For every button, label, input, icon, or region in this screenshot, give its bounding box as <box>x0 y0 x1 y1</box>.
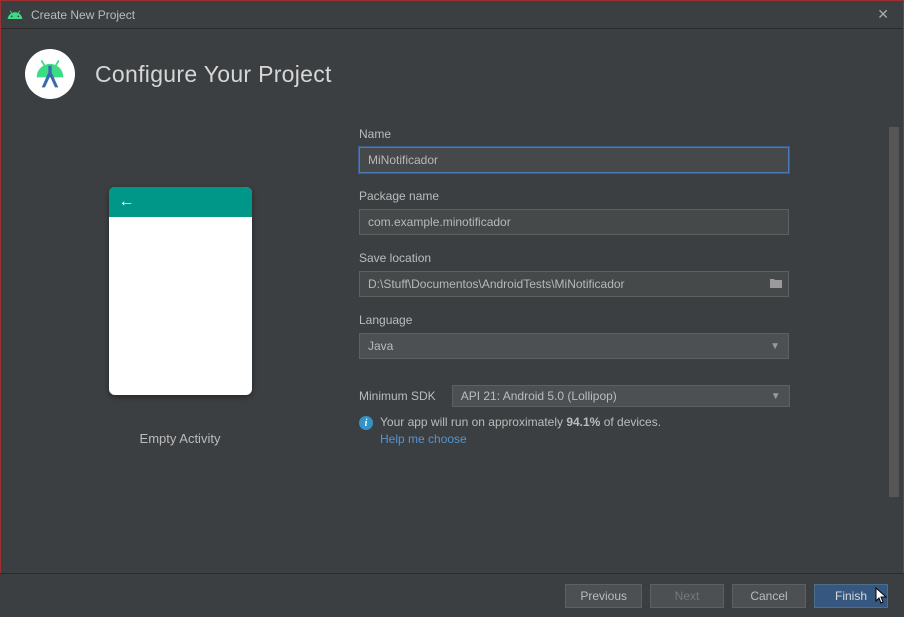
folder-icon[interactable] <box>764 277 788 292</box>
page-title: Configure Your Project <box>95 61 332 88</box>
previous-button[interactable]: Previous <box>565 584 642 608</box>
package-label: Package name <box>359 189 859 203</box>
package-input[interactable] <box>359 209 789 235</box>
save-location-input[interactable]: D:\Stuff\Documentos\AndroidTests\MiNotif… <box>359 271 789 297</box>
min-sdk-select[interactable]: API 21: Android 5.0 (Lollipop) ▼ <box>452 385 790 407</box>
titlebar: Create New Project ✕ <box>1 1 903 29</box>
android-icon <box>7 7 23 23</box>
phone-appbar: ← <box>109 187 252 217</box>
next-button: Next <box>650 584 724 608</box>
save-location-value: D:\Stuff\Documentos\AndroidTests\MiNotif… <box>360 277 764 291</box>
phone-preview: ← <box>109 187 252 395</box>
language-select[interactable]: Java ▼ <box>359 333 789 359</box>
scrollbar[interactable] <box>889 127 899 527</box>
name-input[interactable] <box>359 147 789 173</box>
scrollbar-thumb[interactable] <box>889 127 899 497</box>
language-value: Java <box>368 339 770 353</box>
language-label: Language <box>359 313 859 327</box>
mouse-cursor-icon <box>875 587 889 605</box>
cancel-button[interactable]: Cancel <box>732 584 806 608</box>
preview-label: Empty Activity <box>140 431 221 446</box>
form-column: Name Package name Save location D:\Stuff… <box>359 127 887 557</box>
name-label: Name <box>359 127 859 141</box>
device-coverage-info: i Your app will run on approximately 94.… <box>359 415 859 430</box>
chevron-down-icon: ▼ <box>770 341 780 352</box>
save-location-label: Save location <box>359 251 859 265</box>
info-icon: i <box>359 416 373 430</box>
back-arrow-icon: ← <box>119 193 135 211</box>
window-title: Create New Project <box>31 8 869 22</box>
preview-column: ← Empty Activity <box>1 127 359 557</box>
finish-button[interactable]: Finish <box>814 584 888 608</box>
footer: Previous Next Cancel Finish <box>0 573 904 617</box>
page-header: Configure Your Project <box>1 29 903 127</box>
android-studio-logo <box>25 49 75 99</box>
close-icon[interactable]: ✕ <box>869 6 897 23</box>
device-coverage-text: Your app will run on approximately 94.1%… <box>380 415 661 429</box>
chevron-down-icon: ▼ <box>771 391 781 402</box>
min-sdk-label: Minimum SDK <box>359 389 436 403</box>
help-me-choose-link[interactable]: Help me choose <box>380 432 467 446</box>
min-sdk-value: API 21: Android 5.0 (Lollipop) <box>461 389 771 403</box>
